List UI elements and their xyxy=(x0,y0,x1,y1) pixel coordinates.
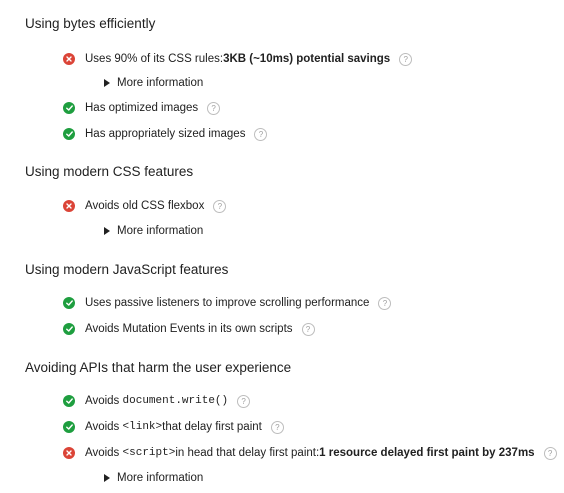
section-title: Avoiding APIs that harm the user experie… xyxy=(25,360,292,375)
audit-code: document.write() xyxy=(122,395,229,407)
section-title: Using modern JavaScript features xyxy=(25,262,229,277)
audit-item: Avoids old CSS flexbox ? xyxy=(63,198,227,214)
audit-label-post: in head that delay first paint: xyxy=(175,447,320,459)
section-title: Using bytes efficiently xyxy=(25,16,156,31)
section-title: Using modern CSS features xyxy=(25,164,194,179)
audit-label: Avoids xyxy=(85,447,120,459)
more-information-toggle[interactable]: More information xyxy=(104,75,203,91)
audit-label-post: that delay first paint xyxy=(162,421,262,433)
fail-icon xyxy=(63,447,75,459)
audit-label: Avoids xyxy=(85,395,120,407)
audit-item: Uses passive listeners to improve scroll… xyxy=(63,295,392,311)
triangle-right-icon xyxy=(104,79,110,87)
more-information-label: More information xyxy=(117,77,204,89)
audit-code: <link> xyxy=(122,421,163,433)
audit-item: Avoids document.write() ? xyxy=(63,393,251,409)
help-icon[interactable]: ? xyxy=(543,446,557,460)
audit-item: Avoids Mutation Events in its own script… xyxy=(63,321,315,337)
triangle-right-icon xyxy=(104,227,110,235)
help-icon[interactable]: ? xyxy=(207,101,221,115)
pass-icon xyxy=(63,128,75,140)
help-icon[interactable]: ? xyxy=(237,394,251,408)
audit-code: <script> xyxy=(122,447,176,459)
audit-savings: 1 resource delayed first paint by 237ms xyxy=(319,447,535,459)
audit-label: Avoids Mutation Events in its own script… xyxy=(85,323,293,335)
audit-label: Has appropriately sized images xyxy=(85,128,246,140)
audit-savings: 3KB (~10ms) potential savings xyxy=(223,53,391,65)
more-information-label: More information xyxy=(117,225,204,237)
more-information-toggle[interactable]: More information xyxy=(104,223,203,239)
audit-label: Has optimized images xyxy=(85,102,199,114)
fail-icon xyxy=(63,53,75,65)
triangle-right-icon xyxy=(104,474,110,482)
audit-label: Uses passive listeners to improve scroll… xyxy=(85,297,370,309)
pass-icon xyxy=(63,297,75,309)
audit-item: Uses 90% of its CSS rules: 3KB (~10ms) p… xyxy=(63,51,413,67)
pass-icon xyxy=(63,421,75,433)
audit-item: Avoids <script> in head that delay first… xyxy=(63,445,557,461)
audit-label: Avoids xyxy=(85,421,120,433)
more-information-toggle[interactable]: More information xyxy=(104,470,203,486)
help-icon[interactable]: ? xyxy=(301,322,315,336)
help-icon[interactable]: ? xyxy=(213,199,227,213)
help-icon[interactable]: ? xyxy=(270,420,284,434)
pass-icon xyxy=(63,395,75,407)
audit-label: Avoids old CSS flexbox xyxy=(85,200,205,212)
help-icon[interactable]: ? xyxy=(378,296,392,310)
pass-icon xyxy=(63,323,75,335)
help-icon[interactable]: ? xyxy=(254,127,268,141)
fail-icon xyxy=(63,200,75,212)
audit-label: Uses 90% of its CSS rules: xyxy=(85,53,224,65)
audit-item: Has appropriately sized images ? xyxy=(63,126,268,142)
more-information-label: More information xyxy=(117,472,204,484)
audit-item: Has optimized images ? xyxy=(63,100,221,116)
help-icon[interactable]: ? xyxy=(399,52,413,66)
audit-item: Avoids <link> that delay first paint ? xyxy=(63,419,284,435)
pass-icon xyxy=(63,102,75,114)
